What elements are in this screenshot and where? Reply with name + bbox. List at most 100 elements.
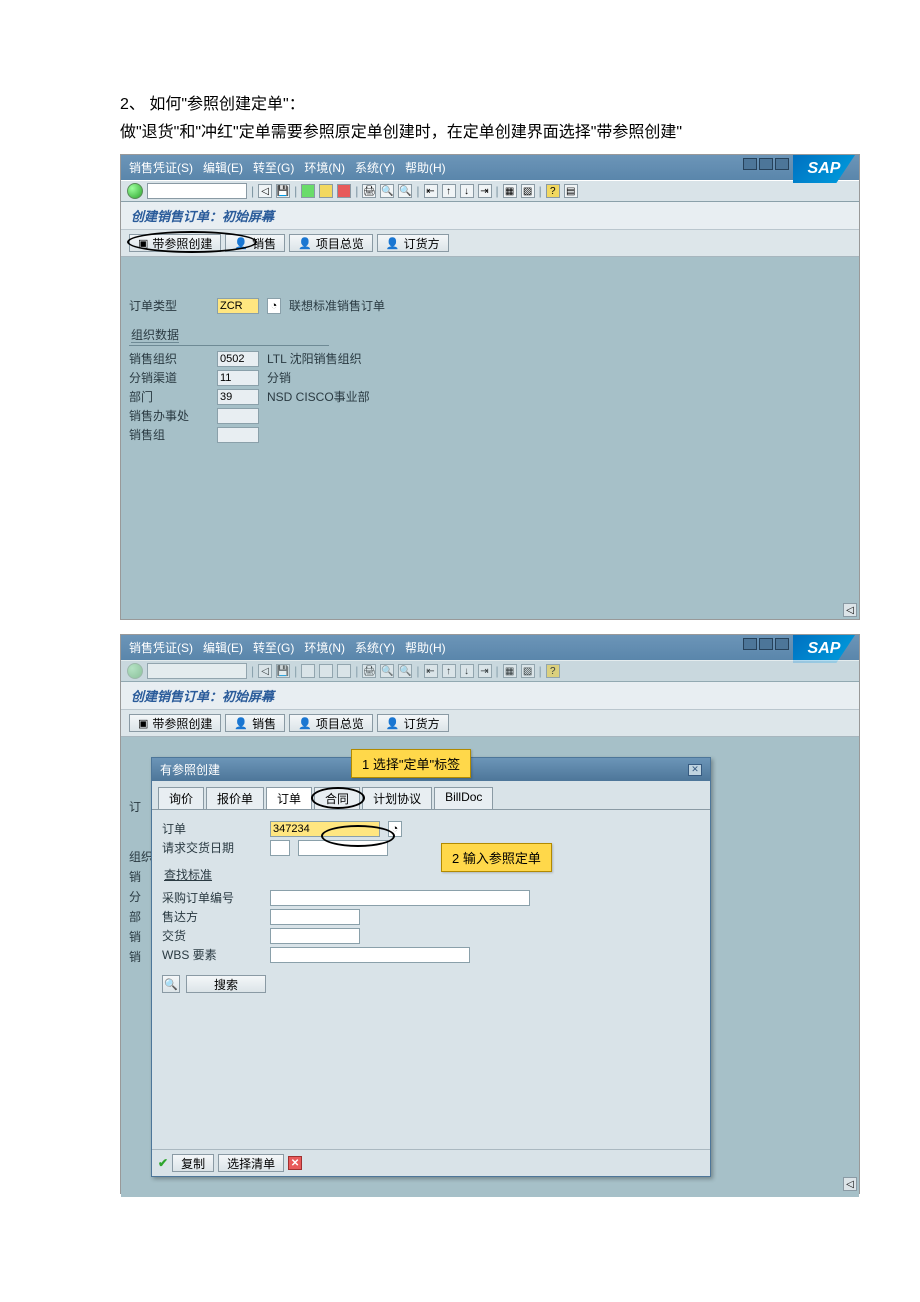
menu-sales-doc-2[interactable]: 销售凭证(S) bbox=[129, 639, 193, 656]
sales-group-field[interactable] bbox=[217, 427, 259, 443]
order-type-help-icon[interactable]: ◔ bbox=[267, 298, 281, 314]
minimize-button[interactable] bbox=[743, 158, 757, 170]
ordering-party-button[interactable]: 👤 订货方 bbox=[377, 234, 449, 252]
create-ref-label-2: 带参照创建 bbox=[152, 715, 212, 732]
reference-dialog: 有参照创建 ✕ 询价 报价单 订单 合同 计划协议 BillDoc 订单 347… bbox=[151, 757, 711, 1177]
division-desc: NSD CISCO事业部 bbox=[267, 388, 370, 405]
new-session-icon[interactable]: ▦ bbox=[503, 184, 517, 198]
help-icon[interactable]: ? bbox=[546, 664, 560, 678]
minimize-button[interactable] bbox=[743, 638, 757, 650]
item-overview-button[interactable]: 👤 项目总览 bbox=[289, 234, 373, 252]
maximize-button[interactable] bbox=[759, 158, 773, 170]
doc-description: 做"退货"和"冲红"定单需要参照原定单创建时，在定单创建界面选择"带参照创建" bbox=[120, 118, 800, 142]
window-controls-2 bbox=[743, 638, 789, 650]
dialog-body: 订单 347234 ◔ 请求交货日期 查找标准 采购订单编号 bbox=[152, 810, 710, 1003]
last-page-icon[interactable]: ⇥ bbox=[478, 184, 492, 198]
cancel-x-icon[interactable]: ✕ bbox=[288, 1156, 302, 1170]
person-icon: 👤 bbox=[234, 717, 248, 730]
copy-button[interactable]: 复制 bbox=[172, 1154, 214, 1172]
order-num-help-icon[interactable]: ◔ bbox=[388, 821, 402, 837]
enter-icon[interactable] bbox=[127, 183, 143, 199]
cancel-icon[interactable] bbox=[337, 184, 351, 198]
find-icon: 🔍 bbox=[380, 664, 394, 678]
sales-button[interactable]: 👤 销售 bbox=[225, 234, 285, 252]
tab-inquiry[interactable]: 询价 bbox=[158, 787, 204, 809]
dist-channel-field[interactable]: 11 bbox=[217, 370, 259, 386]
sales-office-field[interactable] bbox=[217, 408, 259, 424]
po-field[interactable] bbox=[270, 890, 530, 906]
tab-billdoc[interactable]: BillDoc bbox=[434, 787, 493, 809]
separator: | bbox=[496, 664, 499, 678]
tab-order[interactable]: 订单 bbox=[266, 787, 312, 809]
save-icon[interactable]: 💾 bbox=[276, 184, 290, 198]
document-icon: ▣ bbox=[138, 717, 148, 730]
separator: | bbox=[539, 664, 542, 678]
req-date-field[interactable] bbox=[298, 840, 388, 856]
dialog-close-icon[interactable]: ✕ bbox=[688, 764, 702, 776]
bg-labels: 订 组织 销 分 部 销 销 bbox=[129, 797, 153, 967]
menu-env[interactable]: 环境(N) bbox=[304, 159, 345, 176]
exit-icon bbox=[319, 664, 333, 678]
first-page-icon[interactable]: ⇤ bbox=[424, 184, 438, 198]
command-field[interactable] bbox=[147, 183, 247, 199]
print-icon: 🖨 bbox=[362, 664, 376, 678]
ordering-party-button-2[interactable]: 👤 订货方 bbox=[377, 714, 449, 732]
check-icon[interactable]: ✔ bbox=[158, 1156, 168, 1170]
back-icon[interactable]: ◁ bbox=[258, 184, 272, 198]
back-green-icon[interactable] bbox=[301, 184, 315, 198]
sales-office-label: 销售办事处 bbox=[129, 407, 209, 424]
scroll-left-icon[interactable]: ◁ bbox=[843, 603, 857, 617]
soldto-field[interactable] bbox=[270, 909, 360, 925]
close-button[interactable] bbox=[775, 638, 789, 650]
help-icon[interactable]: ? bbox=[546, 184, 560, 198]
tab-quotation[interactable]: 报价单 bbox=[206, 787, 264, 809]
maximize-button[interactable] bbox=[759, 638, 773, 650]
sales-label-2: 销售 bbox=[252, 715, 276, 732]
search-icon-button[interactable]: 🔍 bbox=[162, 975, 180, 993]
tab-sched[interactable]: 计划协议 bbox=[362, 787, 432, 809]
menu-env-2[interactable]: 环境(N) bbox=[304, 639, 345, 656]
select-list-button[interactable]: 选择清单 bbox=[218, 1154, 284, 1172]
menu-goto-2[interactable]: 转至(G) bbox=[253, 639, 294, 656]
sales-button-2[interactable]: 👤 销售 bbox=[225, 714, 285, 732]
create-with-reference-button[interactable]: ▣ 带参照创建 bbox=[129, 234, 221, 252]
command-field[interactable] bbox=[147, 663, 247, 679]
prev-page-icon[interactable]: ↑ bbox=[442, 184, 456, 198]
tab-contract[interactable]: 合同 bbox=[314, 787, 360, 809]
find-next-icon[interactable]: 🔍 bbox=[398, 184, 412, 198]
req-date-type-field[interactable] bbox=[270, 840, 290, 856]
enter-icon[interactable] bbox=[127, 663, 143, 679]
scroll-left-icon-2[interactable]: ◁ bbox=[843, 1177, 857, 1191]
layout-icon[interactable]: ▤ bbox=[564, 184, 578, 198]
order-type-field[interactable]: ZCR bbox=[217, 298, 259, 314]
app-toolbar-2: ▣ 带参照创建 👤 销售 👤 项目总览 👤 订货方 bbox=[121, 710, 859, 737]
find-icon[interactable]: 🔍 bbox=[380, 184, 394, 198]
menu-edit-2[interactable]: 编辑(E) bbox=[203, 639, 243, 656]
exit-icon[interactable] bbox=[319, 184, 333, 198]
separator: | bbox=[355, 664, 358, 678]
copy-label: 复制 bbox=[181, 1155, 205, 1172]
menu-edit[interactable]: 编辑(E) bbox=[203, 159, 243, 176]
menu-help[interactable]: 帮助(H) bbox=[405, 159, 446, 176]
menu-system[interactable]: 系统(Y) bbox=[355, 159, 395, 176]
print-icon[interactable]: 🖨 bbox=[362, 184, 376, 198]
delivery-field[interactable] bbox=[270, 928, 360, 944]
menu-help-2[interactable]: 帮助(H) bbox=[405, 639, 446, 656]
person-icon: 👤 bbox=[386, 717, 400, 730]
shortcut-icon[interactable]: ▨ bbox=[521, 184, 535, 198]
menu-system-2[interactable]: 系统(Y) bbox=[355, 639, 395, 656]
separator: | bbox=[416, 184, 419, 198]
item-overview-label-2: 项目总览 bbox=[316, 715, 364, 732]
wbs-field[interactable] bbox=[270, 947, 470, 963]
sales-org-field[interactable]: 0502 bbox=[217, 351, 259, 367]
menu-goto[interactable]: 转至(G) bbox=[253, 159, 294, 176]
menu-sales-doc[interactable]: 销售凭证(S) bbox=[129, 159, 193, 176]
item-overview-button-2[interactable]: 👤 项目总览 bbox=[289, 714, 373, 732]
order-num-field[interactable]: 347234 bbox=[270, 821, 380, 837]
close-button[interactable] bbox=[775, 158, 789, 170]
search-button[interactable]: 搜索 bbox=[186, 975, 266, 993]
division-field[interactable]: 39 bbox=[217, 389, 259, 405]
req-date-label: 请求交货日期 bbox=[162, 839, 262, 856]
next-page-icon[interactable]: ↓ bbox=[460, 184, 474, 198]
create-with-reference-button-2[interactable]: ▣ 带参照创建 bbox=[129, 714, 221, 732]
